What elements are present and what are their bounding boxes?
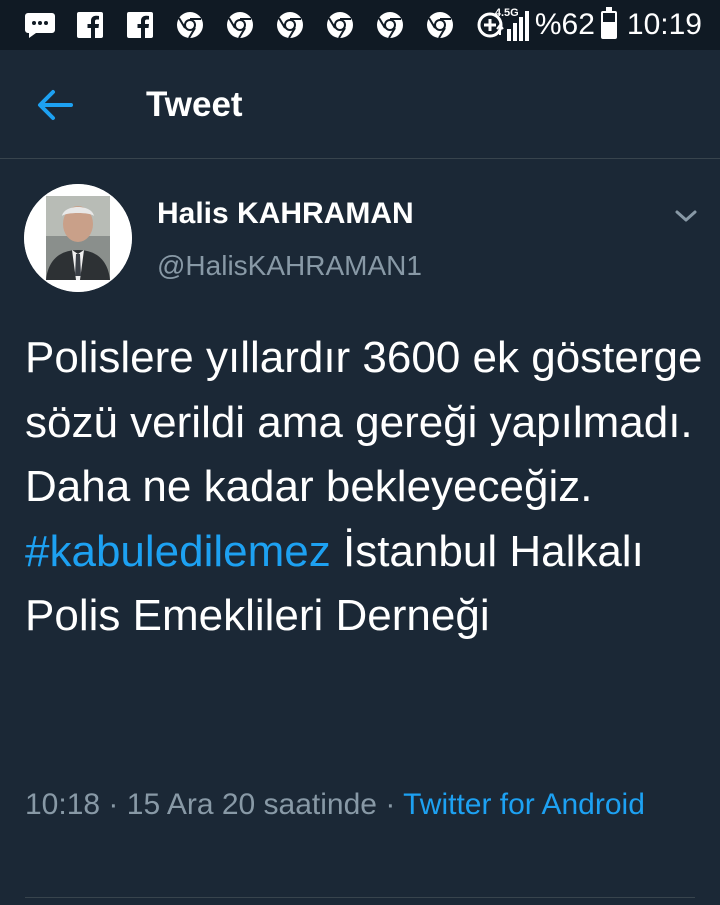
tweet-text: Polislere yıllardır 3600 ek gösterge söz… xyxy=(25,326,705,649)
divider xyxy=(25,897,695,898)
tweet-options-button[interactable] xyxy=(668,198,704,234)
clock: 10:19 xyxy=(626,8,702,41)
battery-level xyxy=(602,22,615,37)
tweet-detail-screen: 4.5G %62 10:19 Tweet Halis KAHRAMAN @Hal… xyxy=(0,0,720,905)
chrome-icon xyxy=(222,7,258,43)
chrome-icon xyxy=(372,7,408,43)
display-name[interactable]: Halis KAHRAMAN xyxy=(157,196,414,232)
app-bar: Tweet xyxy=(0,50,720,159)
signal-bars-icon xyxy=(496,11,529,41)
hashtag-link[interactable]: #kabuledilemez xyxy=(25,527,331,576)
tweet-text-body: Polislere yıllardır 3600 ek gösterge söz… xyxy=(25,333,703,511)
meta-separator: · xyxy=(385,788,396,821)
avatar-photo xyxy=(24,184,132,292)
chrome-icon xyxy=(272,7,308,43)
arrow-left-icon xyxy=(38,90,73,120)
tweet-time: 10:18 xyxy=(25,788,101,821)
battery-percent: %62 xyxy=(534,8,595,41)
tweet-date: 15 Ara 20 saatinde xyxy=(126,788,377,821)
battery-icon xyxy=(600,7,617,39)
avatar[interactable] xyxy=(24,184,132,292)
status-bar: 4.5G %62 10:19 xyxy=(0,0,720,50)
facebook-icon xyxy=(72,7,108,43)
messages-icon xyxy=(22,7,58,43)
page-title: Tweet xyxy=(146,85,243,124)
chrome-icon xyxy=(172,7,208,43)
back-button[interactable] xyxy=(30,82,80,128)
system-status: 4.5G %62 10:19 xyxy=(495,0,702,50)
tweet-meta: 10:18 · 15 Ara 20 saatinde · Twitter for… xyxy=(25,782,705,828)
chrome-icon xyxy=(322,7,358,43)
chevron-down-icon xyxy=(675,210,697,222)
meta-separator: · xyxy=(108,788,119,821)
mobile-signal: 4.5G xyxy=(495,7,529,43)
tweet-source-link[interactable]: Twitter for Android xyxy=(403,788,645,821)
facebook-icon xyxy=(122,7,158,43)
chrome-icon xyxy=(422,7,458,43)
user-handle[interactable]: @HalisKAHRAMAN1 xyxy=(157,248,422,284)
notification-icons xyxy=(0,7,508,43)
